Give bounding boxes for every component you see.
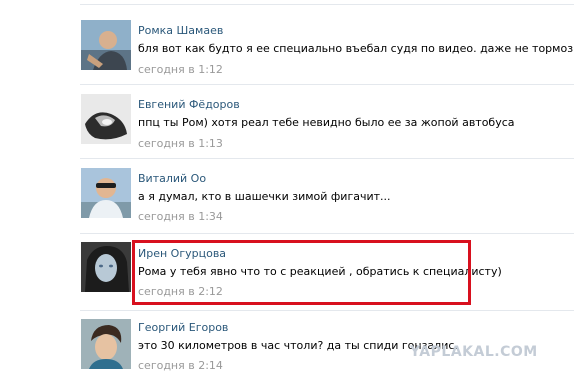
user-photo-icon xyxy=(81,242,131,292)
comment-author-link[interactable]: Евгений Фёдоров xyxy=(138,98,240,111)
comment-item: Георгий Егоров это 30 километров в час ч… xyxy=(0,0,574,372)
user-photo-icon xyxy=(81,94,131,144)
divider xyxy=(80,158,574,159)
comment-timestamp[interactable]: сегодня в 2:14 xyxy=(138,359,223,372)
divider xyxy=(80,84,574,85)
comment-text: а я думал, кто в шашечки зимой фигачит..… xyxy=(138,190,391,203)
comment-timestamp[interactable]: сегодня в 1:34 xyxy=(138,210,223,223)
comment-author-link[interactable]: Виталий Оо xyxy=(138,172,206,185)
highlight-frame xyxy=(132,240,471,305)
comment-timestamp[interactable]: сегодня в 1:13 xyxy=(138,137,223,150)
user-photo-icon xyxy=(81,168,131,218)
comment-author-link[interactable]: Георгий Егоров xyxy=(138,321,228,334)
watermark-logo: YAPLAKAL.COM xyxy=(410,344,538,360)
comments-page: Ромка Шамаев бля вот как будто я ее спец… xyxy=(0,0,574,383)
avatar[interactable] xyxy=(81,242,131,292)
divider xyxy=(80,233,574,234)
avatar[interactable] xyxy=(81,94,131,144)
avatar[interactable] xyxy=(81,319,131,369)
user-photo-icon xyxy=(81,319,131,369)
comment-text: ппц ты Ром) хотя реал тебе невидно было … xyxy=(138,116,515,129)
avatar[interactable] xyxy=(81,168,131,218)
divider xyxy=(80,310,574,311)
